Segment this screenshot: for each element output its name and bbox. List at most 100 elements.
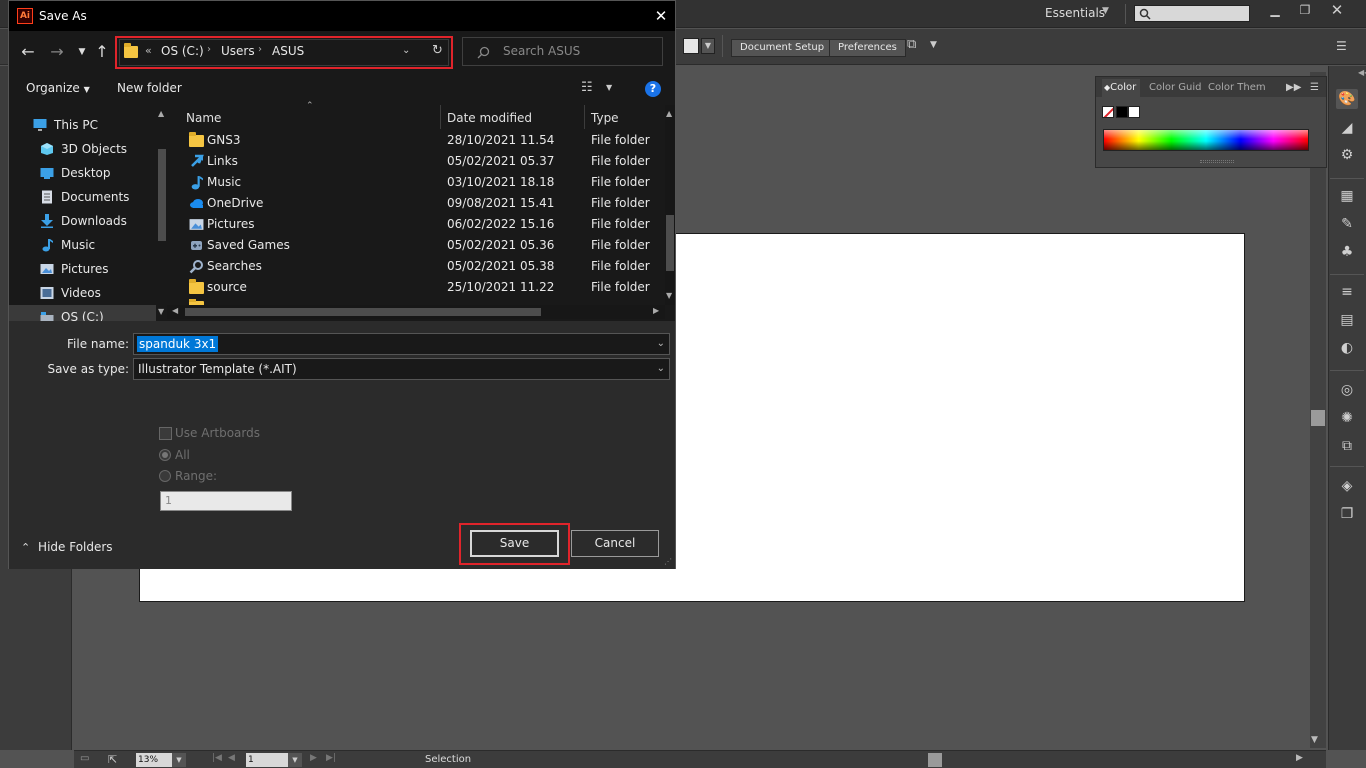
nav-item-music[interactable]: Music [9, 233, 159, 257]
file-list-scroll-thumb[interactable] [666, 215, 674, 271]
minimize-icon[interactable]: ▁ [1260, 0, 1290, 22]
asset-export-icon[interactable]: ⧉ [1336, 436, 1358, 456]
symbols-icon[interactable]: ♣ [1336, 242, 1358, 262]
artboard-number-field[interactable]: 1 [246, 753, 288, 767]
panel-options-icon[interactable]: ☰ [1310, 79, 1319, 97]
save-type-dropdown-icon[interactable]: ⌄ [657, 361, 665, 377]
view-chevron-icon[interactable]: ▼ [606, 83, 612, 92]
color-guide-icon[interactable]: ⚙ [1336, 145, 1358, 165]
nav-item-3d-objects[interactable]: 3D Objects [9, 137, 159, 161]
resize-grip[interactable] [1200, 160, 1234, 163]
swatches-icon[interactable]: ▦ [1336, 186, 1358, 206]
address-dropdown-icon[interactable]: ⌄ [402, 45, 410, 56]
arrange-icon[interactable]: ⧉ [907, 37, 916, 52]
gradient-panel-icon[interactable]: ▤ [1336, 310, 1358, 330]
scroll-down-icon[interactable]: ▼ [666, 291, 672, 300]
zoom-dropdown-icon[interactable]: ▼ [172, 753, 186, 767]
forward-icon[interactable]: → [47, 41, 67, 63]
gpu-icon[interactable]: ▭ [80, 753, 89, 764]
last-artboard-icon[interactable]: ▶| [326, 753, 336, 763]
black-swatch[interactable] [1116, 106, 1128, 118]
file-name-value[interactable]: spanduk 3x1 [137, 336, 219, 352]
breadcrumb-asus[interactable]: ASUS [272, 44, 304, 58]
all-radio[interactable] [159, 449, 171, 461]
file-list-horizontal-scrollbar[interactable]: ◀ ▶ [167, 305, 665, 319]
gradient-icon[interactable]: ◢ [1336, 118, 1358, 138]
refresh-icon[interactable]: ↻ [432, 43, 443, 58]
file-name-field[interactable]: spanduk 3x1 ⌄ [133, 333, 670, 355]
workspace-chevron-icon[interactable]: ▼ [1102, 6, 1109, 16]
expand-panels-icon[interactable]: ▶▶ [1286, 79, 1301, 97]
dialog-titlebar[interactable]: Ai Save As ✕ [9, 1, 675, 31]
range-radio[interactable] [159, 470, 171, 482]
address-bar[interactable]: « OS (C:) › Users › ASUS ⌄ ↻ [119, 39, 449, 66]
breadcrumb-separator-icon[interactable]: › [207, 44, 211, 55]
appearance-icon[interactable]: ◎ [1336, 380, 1358, 400]
transparency-icon[interactable]: ◐ [1336, 338, 1358, 358]
file-row-onedrive[interactable]: OneDrive 09/08/2021 15.41 File folder [185, 193, 667, 214]
first-artboard-icon[interactable]: |◀ [212, 753, 222, 763]
save-button[interactable]: Save [470, 530, 559, 557]
file-row-saved-games[interactable]: Saved Games 05/02/2021 05.36 File folder [185, 235, 667, 256]
file-list-vertical-scrollbar[interactable]: ▲ ▼ [665, 105, 675, 305]
view-options-icon[interactable]: ☷ [581, 80, 593, 95]
prev-artboard-icon[interactable]: ◀ [228, 753, 235, 763]
stroke-icon[interactable]: ≡ [1336, 282, 1358, 302]
save-type-select[interactable]: Illustrator Template (*.AIT) ⌄ [133, 358, 670, 380]
layers-icon[interactable]: ◈ [1336, 476, 1358, 496]
tab-color[interactable]: ◆Color [1102, 79, 1141, 97]
collapse-dock-icon[interactable]: ◀◀ [1358, 68, 1366, 77]
nav-item-documents[interactable]: Documents [9, 185, 159, 209]
panel-menu-icon[interactable]: ☰ [1336, 39, 1347, 53]
none-swatch[interactable] [1102, 106, 1114, 118]
hide-folders-button[interactable]: ⌃ Hide Folders [21, 540, 113, 554]
scroll-right-icon[interactable]: ▶ [1296, 753, 1303, 763]
file-name-dropdown-icon[interactable]: ⌄ [657, 336, 665, 352]
color-spectrum[interactable] [1103, 129, 1309, 151]
file-row-searches[interactable]: Searches 05/02/2021 05.38 File folder [185, 256, 667, 277]
column-divider[interactable] [584, 105, 585, 129]
nav-item-downloads[interactable]: Downloads [9, 209, 159, 233]
artboards-icon[interactable]: ❐ [1336, 504, 1358, 524]
file-row-pictures[interactable]: Pictures 06/02/2022 15.16 File folder [185, 214, 667, 235]
share-icon[interactable]: ⇱ [108, 753, 117, 766]
workspace-switcher[interactable]: Essentials [1045, 6, 1105, 20]
brushes-icon[interactable]: ✎ [1336, 214, 1358, 234]
nav-item-videos[interactable]: Videos [9, 281, 159, 305]
nav-item-pictures[interactable]: Pictures [9, 257, 159, 281]
breadcrumb-os-c[interactable]: OS (C:) [161, 44, 204, 58]
resize-grip-icon[interactable]: ⋰ [664, 557, 672, 566]
preferences-button[interactable]: Preferences [829, 39, 906, 57]
cancel-button[interactable]: Cancel [571, 530, 659, 557]
back-icon[interactable]: ← [18, 41, 38, 63]
column-header-name[interactable]: Name [186, 107, 221, 129]
file-row-links[interactable]: Links 05/02/2021 05.37 File folder [185, 151, 667, 172]
search-help-input[interactable] [1134, 5, 1250, 22]
breadcrumb-separator-icon[interactable]: › [258, 44, 262, 55]
horizontal-scroll-thumb[interactable] [185, 308, 541, 316]
swatch-dropdown-icon[interactable]: ▼ [701, 38, 715, 54]
file-row-gns3[interactable]: GNS3 28/10/2021 11.54 File folder [185, 130, 667, 151]
use-artboards-checkbox[interactable] [159, 427, 172, 440]
new-folder-button[interactable]: New folder [117, 81, 182, 95]
file-row-music[interactable]: Music 03/10/2021 18.18 File folder [185, 172, 667, 193]
restore-icon[interactable]: ❐ [1290, 0, 1320, 22]
column-header-date[interactable]: Date modified [447, 107, 532, 129]
scroll-up-icon[interactable]: ▲ [666, 109, 672, 118]
nav-scroll-thumb[interactable] [158, 149, 166, 241]
recent-locations-icon[interactable]: ▼ [72, 41, 92, 63]
overflow-icon[interactable]: « [145, 44, 152, 57]
close-app-icon[interactable]: ✕ [1322, 0, 1352, 22]
up-icon[interactable]: ↑ [92, 41, 112, 63]
nav-item-desktop[interactable]: Desktop [9, 161, 159, 185]
white-swatch[interactable] [1128, 106, 1140, 118]
column-divider[interactable] [440, 105, 441, 129]
tab-color-themes[interactable]: Color Them [1208, 79, 1266, 97]
document-setup-button[interactable]: Document Setup [731, 39, 834, 57]
file-row-source[interactable]: source 25/10/2021 11.22 File folder [185, 277, 667, 298]
breadcrumb-users[interactable]: Users [221, 44, 255, 58]
arrange-chevron-icon[interactable]: ▼ [930, 40, 937, 50]
nav-item-this-pc[interactable]: This PC [9, 113, 159, 137]
h-scroll-thumb[interactable] [928, 753, 942, 767]
range-input[interactable]: 1 [160, 491, 292, 511]
